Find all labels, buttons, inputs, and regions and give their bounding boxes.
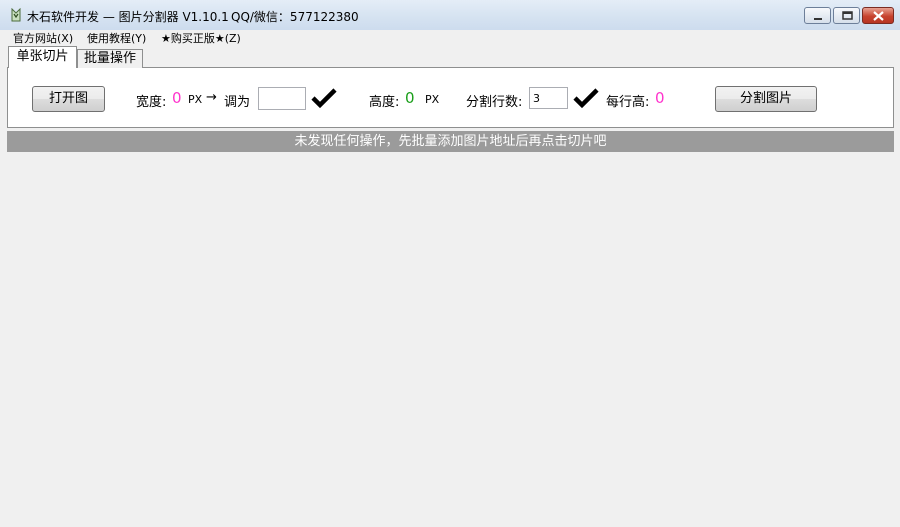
width-input[interactable] <box>258 87 306 110</box>
height-px-unit: PX <box>425 93 440 106</box>
tab-batch[interactable]: 批量操作 <box>77 49 143 68</box>
rows-input[interactable] <box>529 87 568 109</box>
app-icon <box>11 8 21 22</box>
row-height-value: 0 <box>655 89 665 107</box>
window-contact: QQ/微信：577122380 <box>231 10 359 24</box>
open-image-button[interactable]: 打开图 <box>32 86 105 112</box>
tab-single-slice[interactable]: 单张切片 <box>8 46 77 68</box>
split-image-button[interactable]: 分割图片 <box>715 86 817 112</box>
menu-tutorial[interactable]: 使用教程(Y) <box>87 30 146 46</box>
checkmark-icon[interactable] <box>311 87 337 109</box>
workspace-area <box>7 152 894 522</box>
width-label: 宽度: <box>136 95 167 110</box>
width-value: 0 <box>172 89 182 107</box>
minimize-button[interactable] <box>804 7 831 24</box>
menu-buy[interactable]: ★购买正版★(Z) <box>161 30 241 46</box>
window-title: 木石软件开发 — 图片分割器 V1.10.1 <box>27 10 229 24</box>
arrow-icon: → <box>206 90 217 105</box>
adjust-label: 调为 <box>224 95 251 110</box>
checkmark-icon[interactable] <box>573 87 599 109</box>
close-icon <box>873 11 884 21</box>
height-label: 高度: <box>369 95 400 110</box>
minimize-icon <box>814 18 822 20</box>
width-px-unit: PX <box>188 93 203 106</box>
maximize-icon <box>842 11 853 20</box>
close-button[interactable] <box>862 7 894 24</box>
height-value: 0 <box>405 89 415 107</box>
maximize-button[interactable] <box>833 7 860 24</box>
rows-label: 分割行数: <box>466 95 523 110</box>
status-message: 未发现任何操作，先批量添加图片地址后再点击切片吧 <box>7 131 894 152</box>
row-height-label: 每行高: <box>606 95 650 110</box>
menu-official-site[interactable]: 官方网站(X) <box>13 30 73 46</box>
